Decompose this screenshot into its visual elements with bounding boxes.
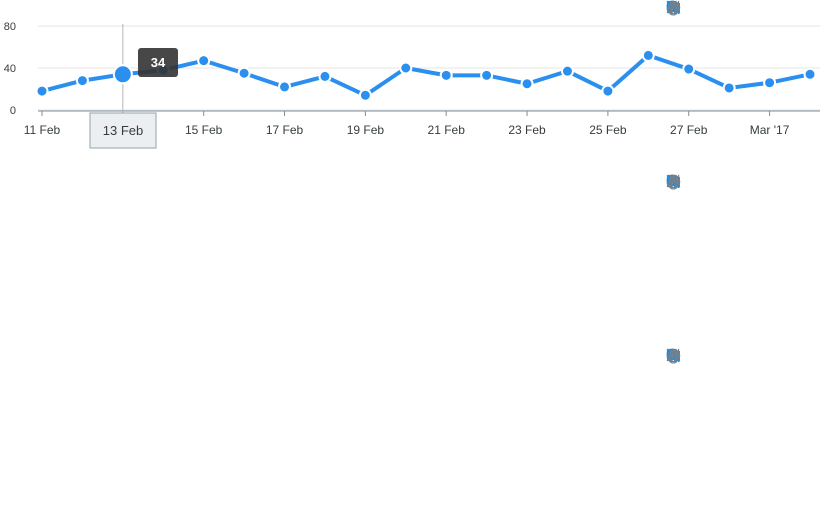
zoom-in-icon[interactable]	[666, 348, 731, 368]
zoom-out-icon[interactable]	[666, 348, 754, 368]
data-point[interactable]	[560, 64, 574, 78]
data-point[interactable]	[520, 77, 534, 91]
xaxis-tooltip: 13 Feb	[89, 112, 157, 149]
x-tick-label: Mar '17	[750, 123, 790, 137]
chart-svg-1[interactable]: 0 40 80 11 Feb 15 Feb 17 Feb 19 Feb 21 Feb 23 Fe…	[0, 0, 827, 166]
chart-svg-3[interactable]	[0, 348, 827, 498]
data-point[interactable]	[278, 80, 292, 94]
data-point[interactable]	[237, 66, 251, 80]
data-point[interactable]	[35, 84, 49, 98]
zoom-in-icon[interactable]	[666, 174, 731, 194]
chart-toolbar-3	[666, 348, 823, 368]
pan-icon[interactable]	[666, 0, 800, 20]
zoom-icon[interactable]	[666, 174, 777, 194]
data-point[interactable]	[358, 88, 372, 102]
chart-panel-1: 0 40 80 11 Feb 15 Feb 17 Feb 19 Feb 21 Feb 23 Fe…	[0, 0, 827, 166]
data-point[interactable]	[197, 54, 211, 68]
x-tick-label: 27 Feb	[670, 123, 708, 137]
y-tick-label: 80	[4, 21, 16, 33]
zoom-out-icon[interactable]	[666, 0, 754, 20]
zoom-icon[interactable]	[666, 0, 777, 20]
y-tick-label: 0	[10, 105, 16, 117]
home-icon[interactable]	[667, 1, 823, 20]
pan-icon[interactable]	[666, 174, 800, 194]
data-point[interactable]	[399, 61, 413, 75]
selection-icon[interactable]	[666, 174, 708, 194]
x-tick-label: 19 Feb	[347, 123, 385, 137]
selection-icon[interactable]	[666, 348, 708, 368]
data-point[interactable]	[318, 69, 332, 83]
chart-toolbar-2	[666, 174, 823, 194]
data-point[interactable]	[722, 81, 736, 95]
x-tick-label: 17 Feb	[266, 123, 304, 137]
zoom-icon[interactable]	[666, 348, 777, 368]
xaxis-tooltip-text: 13 Feb	[103, 123, 143, 138]
data-point[interactable]	[682, 62, 696, 76]
data-point[interactable]	[763, 76, 777, 90]
data-point[interactable]	[75, 74, 89, 88]
home-icon[interactable]	[667, 349, 823, 368]
value-tooltip: 34	[138, 48, 178, 77]
chart-svg-2[interactable]	[0, 174, 827, 340]
home-icon[interactable]	[667, 175, 823, 194]
x-tick-label: 11 Feb	[24, 123, 61, 137]
data-point[interactable]	[480, 68, 494, 82]
zoom-in-icon[interactable]	[666, 0, 731, 20]
data-point[interactable]	[803, 67, 817, 81]
chart-panel-3	[0, 348, 827, 514]
x-tick-label: 25 Feb	[589, 123, 627, 137]
data-point[interactable]	[601, 84, 615, 98]
pan-icon[interactable]	[666, 348, 800, 368]
x-tick-label: 15 Feb	[185, 123, 223, 137]
data-point[interactable]	[641, 48, 655, 62]
y-tick-label: 40	[4, 63, 16, 75]
zoom-out-icon[interactable]	[666, 174, 754, 194]
chart-toolbar-1: 0204011 Feb15 Feb17 Feb19 Feb21 Feb23 Fe…	[666, 0, 823, 20]
selection-icon[interactable]: 0408011 Feb15 Feb17 Feb19 Feb21 Feb23 Fe…	[666, 0, 708, 20]
chart-panel-2	[0, 174, 827, 340]
x-tick-label: 23 Feb	[508, 123, 546, 137]
value-tooltip-text: 34	[151, 55, 166, 70]
data-point[interactable]	[439, 68, 453, 82]
x-tick-label: 21 Feb	[428, 123, 466, 137]
data-point-hovered[interactable]	[112, 64, 133, 85]
